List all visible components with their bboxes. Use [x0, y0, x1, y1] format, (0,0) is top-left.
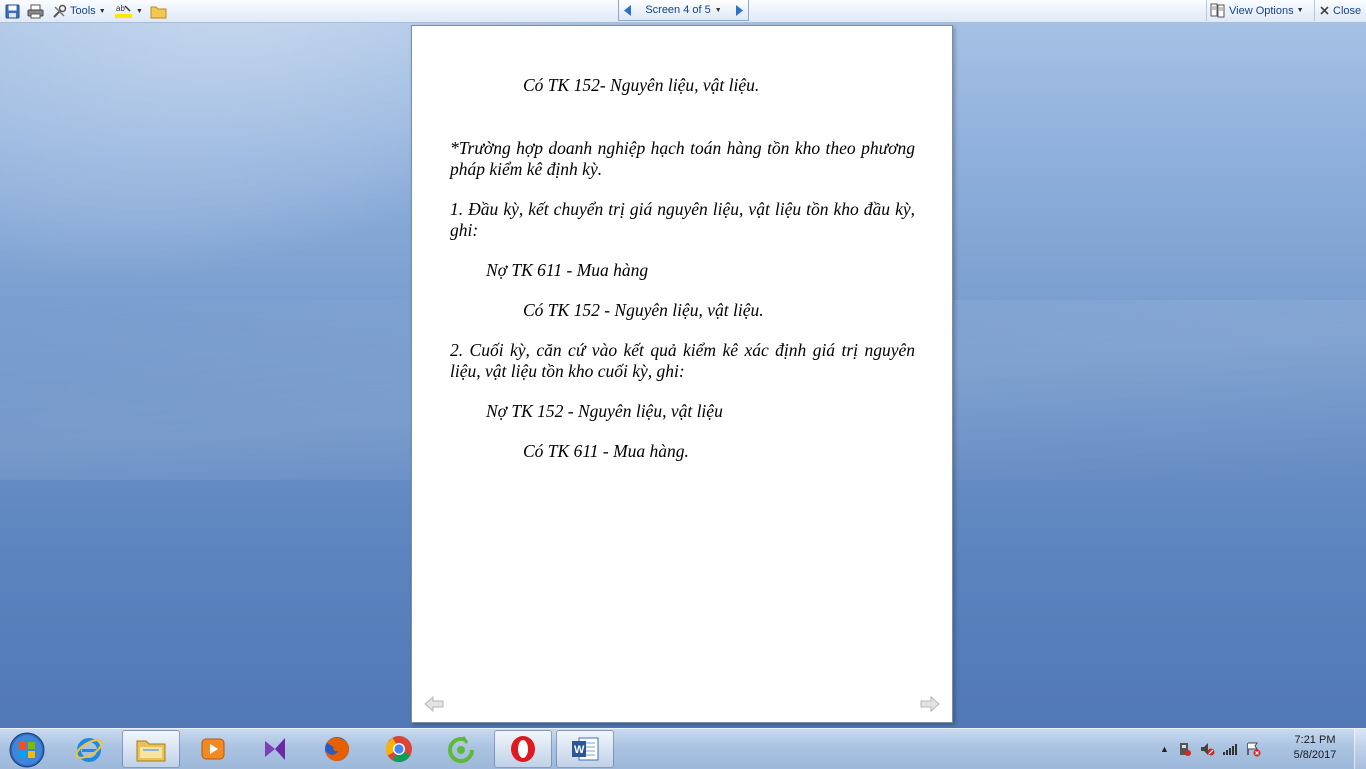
- doc-line: Có TK 152- Nguyên liệu, vật liệu.: [523, 75, 760, 95]
- reading-toolbar: Tools ▼ ab ▼ Screen 4 of 5 ▼ View Option…: [0, 0, 1366, 23]
- windows-explorer-taskbar-button[interactable]: [122, 730, 180, 768]
- opera-taskbar-button[interactable]: [494, 730, 552, 768]
- save-icon: [5, 4, 20, 18]
- chevron-down-icon: ▼: [1296, 7, 1304, 14]
- chevron-down-icon: ▼: [98, 7, 106, 15]
- chrome-taskbar-button[interactable]: [370, 730, 428, 768]
- usb-device-icon[interactable]: [1176, 741, 1192, 757]
- arrow-right-icon: [920, 695, 940, 713]
- chevron-down-icon: ▼: [714, 6, 722, 14]
- print-button[interactable]: [24, 2, 47, 20]
- doc-line: Có TK 152 - Nguyên liệu, vật liệu.: [523, 300, 764, 320]
- internet-explorer-taskbar-button[interactable]: [60, 730, 118, 768]
- firefox-taskbar-button[interactable]: [308, 730, 366, 768]
- previous-screen-button[interactable]: [619, 0, 637, 20]
- next-screen-button[interactable]: [730, 0, 748, 20]
- arrow-left-icon: [424, 695, 444, 713]
- view-options-label: View Options: [1229, 4, 1294, 17]
- visual-studio-icon: [265, 738, 285, 760]
- show-hidden-icons-button[interactable]: ▲: [1160, 744, 1169, 754]
- close-icon: [1320, 6, 1329, 15]
- printer-icon: [27, 4, 44, 18]
- tools-icon: [53, 4, 67, 18]
- screen-navigator: Screen 4 of 5 ▼: [618, 0, 749, 21]
- windows-logo-icon: [9, 732, 45, 768]
- visual-studio-taskbar-button[interactable]: [246, 730, 304, 768]
- opera-icon: [511, 736, 535, 762]
- save-button[interactable]: [2, 2, 23, 20]
- system-clock[interactable]: 7:21 PM 5/8/2017: [1280, 733, 1350, 763]
- media-player-taskbar-button[interactable]: [184, 730, 242, 768]
- show-desktop-button[interactable]: [1354, 729, 1366, 769]
- tools-menu-button[interactable]: Tools ▼: [49, 2, 109, 20]
- system-tray: ▲: [1160, 729, 1261, 769]
- coc-coc-icon: [448, 736, 474, 763]
- network-signal-icon[interactable]: [1222, 741, 1238, 757]
- highlight-button[interactable]: ab ▼: [112, 2, 146, 20]
- doc-line: Có TK 611 - Mua hàng.: [523, 441, 689, 461]
- volume-muted-icon[interactable]: [1199, 741, 1215, 757]
- doc-paragraph: *Trường hợp doanh nghiệp hạch toán hàng …: [450, 138, 915, 179]
- previous-page-button[interactable]: [424, 695, 444, 713]
- start-button[interactable]: [4, 731, 50, 769]
- microsoft-word-icon: W: [572, 737, 599, 761]
- firefox-icon: [325, 737, 350, 762]
- chrome-icon: [385, 736, 412, 763]
- next-page-button[interactable]: [920, 695, 940, 713]
- tools-label: Tools: [70, 5, 96, 17]
- chevron-down-icon: ▼: [136, 7, 143, 15]
- internet-explorer-icon: [75, 738, 103, 762]
- doc-line: Nợ TK 152 - Nguyên liệu, vật liệu: [486, 401, 723, 421]
- triangle-right-icon: [736, 4, 743, 16]
- comment-button[interactable]: [147, 2, 170, 20]
- highlighter-icon: ab: [115, 4, 132, 18]
- taskbar: W ▲ 7:21 PM 5/8/2017: [0, 728, 1366, 769]
- doc-paragraph: 1. Đầu kỳ, kết chuyển trị giá nguyên liệ…: [450, 199, 915, 240]
- svg-text:W: W: [574, 744, 585, 756]
- screen-label: Screen 4 of 5: [645, 4, 711, 16]
- action-center-icon[interactable]: [1245, 741, 1261, 757]
- clock-date: 5/8/2017: [1293, 749, 1337, 761]
- media-player-icon: [201, 738, 225, 760]
- coc-coc-taskbar-button[interactable]: [432, 730, 490, 768]
- svg-text:ab: ab: [116, 4, 125, 13]
- close-label: Close: [1333, 4, 1362, 17]
- close-button[interactable]: Close: [1314, 0, 1366, 21]
- view-options-icon: [1210, 3, 1225, 18]
- document-page: Có TK 152- Nguyên liệu, vật liệu. *Trườn…: [411, 25, 953, 723]
- folder-icon: [150, 6, 167, 18]
- doc-paragraph: 2. Cuối kỳ, căn cứ vào kết quả kiểm kê x…: [450, 340, 915, 381]
- microsoft-word-taskbar-button[interactable]: W: [556, 730, 614, 768]
- screen-selector[interactable]: Screen 4 of 5 ▼: [645, 4, 721, 16]
- view-options-button[interactable]: View Options ▼: [1206, 0, 1312, 21]
- folder-icon: [136, 740, 166, 762]
- triangle-left-icon: [624, 4, 631, 16]
- clock-time: 7:21 PM: [1294, 734, 1336, 746]
- doc-line: Nợ TK 611 - Mua hàng: [486, 260, 649, 280]
